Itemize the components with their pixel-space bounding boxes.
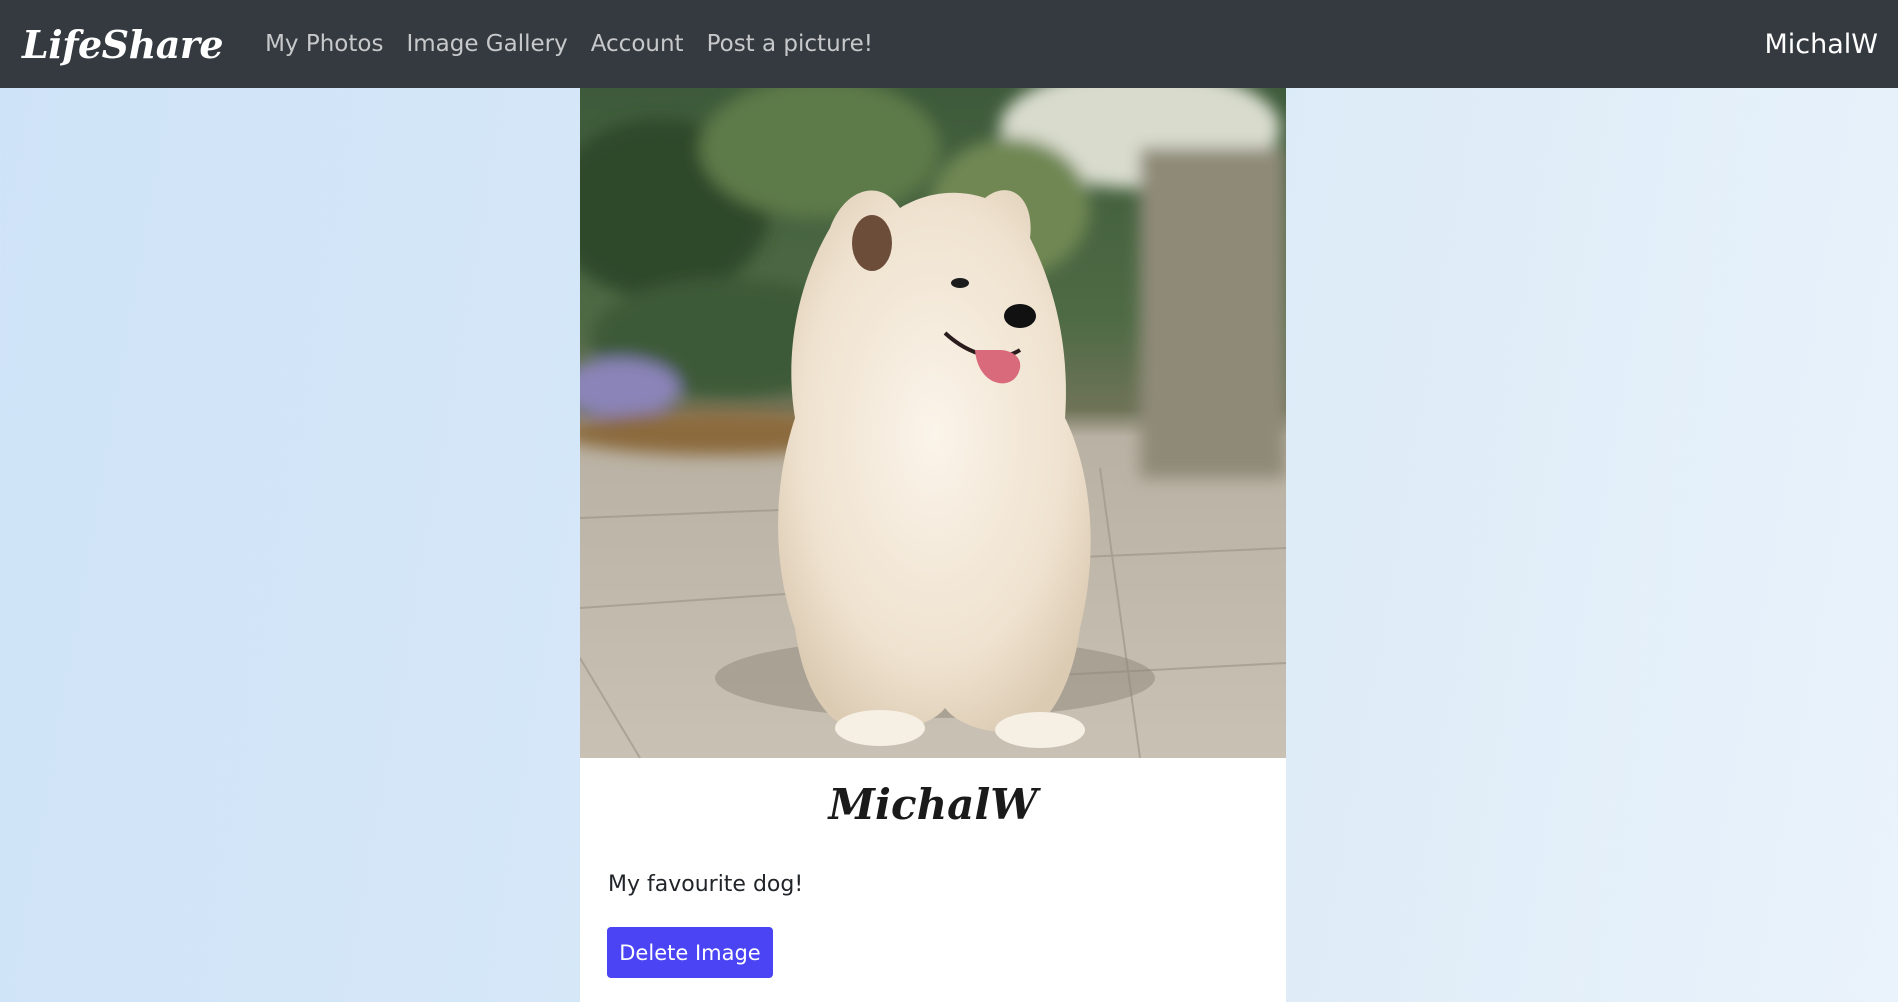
post-author: MichalW — [828, 780, 1038, 829]
post-caption: My favourite dog! — [608, 872, 804, 897]
dog-photo-illustration — [580, 88, 1286, 758]
nav-link-image-gallery[interactable]: Image Gallery — [406, 31, 567, 57]
nav-link-my-photos[interactable]: My Photos — [265, 31, 383, 57]
nav-link-account[interactable]: Account — [591, 31, 684, 57]
brand-logo[interactable]: LifeShare — [22, 22, 224, 67]
dog-photo[interactable] — [580, 88, 1286, 758]
delete-image-button[interactable]: Delete Image — [607, 927, 773, 978]
nav-username[interactable]: MichalW — [1765, 0, 1879, 88]
post-card: MichalW My favourite dog! Delete Image 1 — [580, 88, 1286, 1002]
nav-link-post-picture[interactable]: Post a picture! — [707, 31, 873, 57]
nav-links: My Photos Image Gallery Account Post a p… — [265, 31, 896, 57]
navbar: LifeShare My Photos Image Gallery Accoun… — [0, 0, 1898, 88]
